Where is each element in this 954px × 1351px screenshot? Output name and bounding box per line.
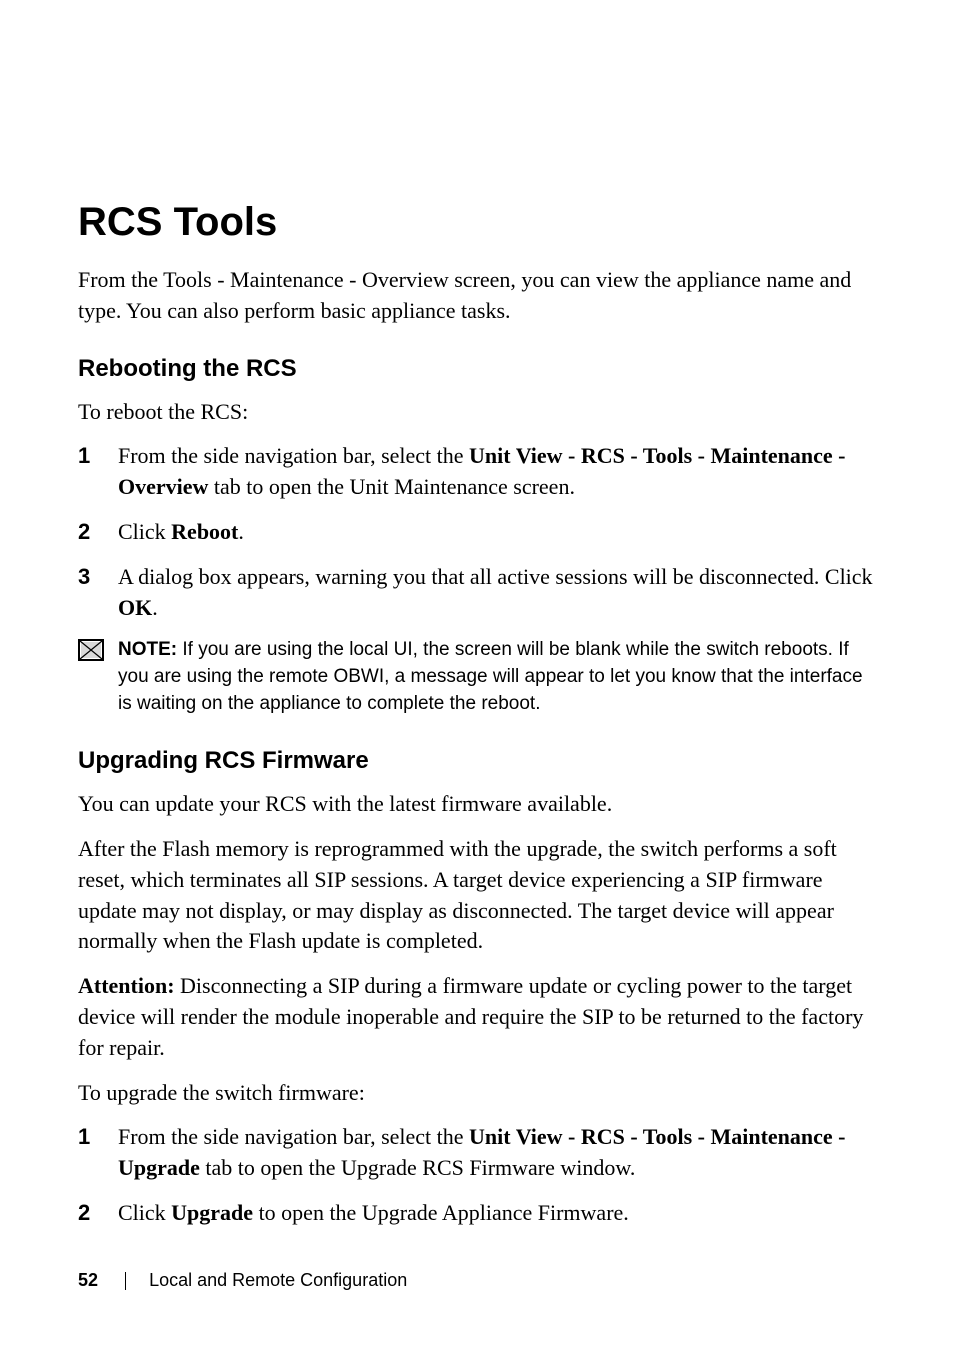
footer-page-number: 52 — [78, 1270, 98, 1290]
upgrade-para2: After the Flash memory is reprogrammed w… — [78, 834, 876, 957]
step-text-post: . — [238, 519, 244, 544]
step-text-bold: OK — [118, 595, 152, 620]
note-icon — [78, 639, 104, 661]
list-item: 1 From the side navigation bar, select t… — [78, 1122, 876, 1184]
attention-paragraph: Attention: Disconnecting a SIP during a … — [78, 971, 876, 1063]
page-heading: RCS Tools — [78, 200, 876, 245]
list-number: 2 — [78, 1198, 90, 1229]
list-number: 3 — [78, 562, 90, 593]
footer-title: Local and Remote Configuration — [149, 1270, 407, 1290]
step-text-pre: From the side navigation bar, select the — [118, 1124, 469, 1149]
list-number: 1 — [78, 1122, 90, 1153]
attention-text: Disconnecting a SIP during a firmware up… — [78, 973, 863, 1060]
section-upgrading-heading: Upgrading RCS Firmware — [78, 747, 876, 775]
list-item: 3 A dialog box appears, warning you that… — [78, 562, 876, 624]
upgrade-intro: You can update your RCS with the latest … — [78, 789, 876, 820]
note-label: NOTE: — [118, 639, 177, 660]
step-text-post: . — [152, 595, 158, 620]
upgrade-steps-list: 1 From the side navigation bar, select t… — [78, 1122, 876, 1228]
note-text: NOTE: If you are using the local UI, the… — [118, 637, 876, 717]
list-item: 1 From the side navigation bar, select t… — [78, 441, 876, 503]
step-text-bold: Reboot — [171, 519, 238, 544]
attention-label: Attention: — [78, 973, 175, 998]
list-number: 1 — [78, 441, 90, 472]
step-text-post: to open the Upgrade Appliance Firmware. — [253, 1200, 629, 1225]
step-text-pre: A dialog box appears, warning you that a… — [118, 564, 873, 589]
footer-separator — [125, 1272, 126, 1290]
upgrade-steps-intro: To upgrade the switch firmware: — [78, 1078, 876, 1109]
step-text-post: tab to open the Unit Maintenance screen. — [208, 474, 575, 499]
step-text-post: tab to open the Upgrade RCS Firmware win… — [200, 1155, 635, 1180]
list-item: 2 Click Reboot. — [78, 517, 876, 548]
list-item: 2 Click Upgrade to open the Upgrade Appl… — [78, 1198, 876, 1229]
page-footer: 52 Local and Remote Configuration — [78, 1270, 407, 1291]
step-text-pre: Click — [118, 1200, 171, 1225]
note-icon-wrap — [78, 637, 118, 666]
step-text-bold: Upgrade — [171, 1200, 253, 1225]
section-rebooting-heading: Rebooting the RCS — [78, 355, 876, 383]
step-text-pre: Click — [118, 519, 171, 544]
reboot-intro: To reboot the RCS: — [78, 397, 876, 428]
note-body: If you are using the local UI, the scree… — [118, 639, 863, 713]
reboot-steps-list: 1 From the side navigation bar, select t… — [78, 441, 876, 623]
list-number: 2 — [78, 517, 90, 548]
note-block: NOTE: If you are using the local UI, the… — [78, 637, 876, 717]
step-text-pre: From the side navigation bar, select the — [118, 443, 469, 468]
intro-paragraph: From the Tools - Maintenance - Overview … — [78, 265, 876, 327]
